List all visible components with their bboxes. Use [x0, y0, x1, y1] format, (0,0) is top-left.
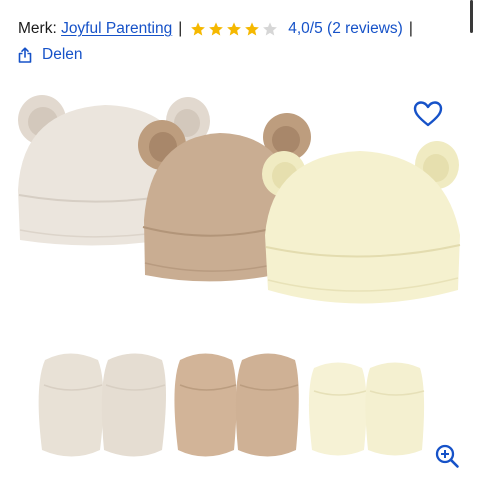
beige-mittens: [38, 353, 166, 457]
separator: |: [408, 20, 413, 37]
brand-link[interactable]: Joyful Parenting: [61, 20, 172, 38]
share-icon: [18, 47, 32, 63]
share-button[interactable]: Delen: [18, 45, 83, 65]
rating-stars[interactable]: [190, 21, 278, 37]
product-meta-row: Merk: Joyful Parenting | 4,0/5 (2 review…: [18, 18, 419, 40]
yellow-mittens: [308, 362, 425, 456]
share-label: Delen: [42, 46, 83, 63]
star-filled-icon: [191, 22, 206, 36]
separator: |: [178, 20, 183, 37]
yellow-hat: [262, 141, 461, 304]
product-image[interactable]: [0, 85, 477, 480]
star-filled-icon: [245, 22, 260, 36]
star-filled-icon: [227, 22, 242, 36]
star-filled-icon: [209, 22, 224, 36]
heart-icon[interactable]: [413, 100, 443, 128]
zoom-in-icon[interactable]: [434, 443, 460, 469]
scrollbar[interactable]: [470, 0, 473, 33]
star-empty-icon: [263, 22, 278, 36]
brown-mittens: [174, 353, 299, 457]
brand-prefix: Merk:: [18, 20, 57, 37]
rating-reviews-link[interactable]: 4,0/5 (2 reviews): [288, 20, 403, 38]
